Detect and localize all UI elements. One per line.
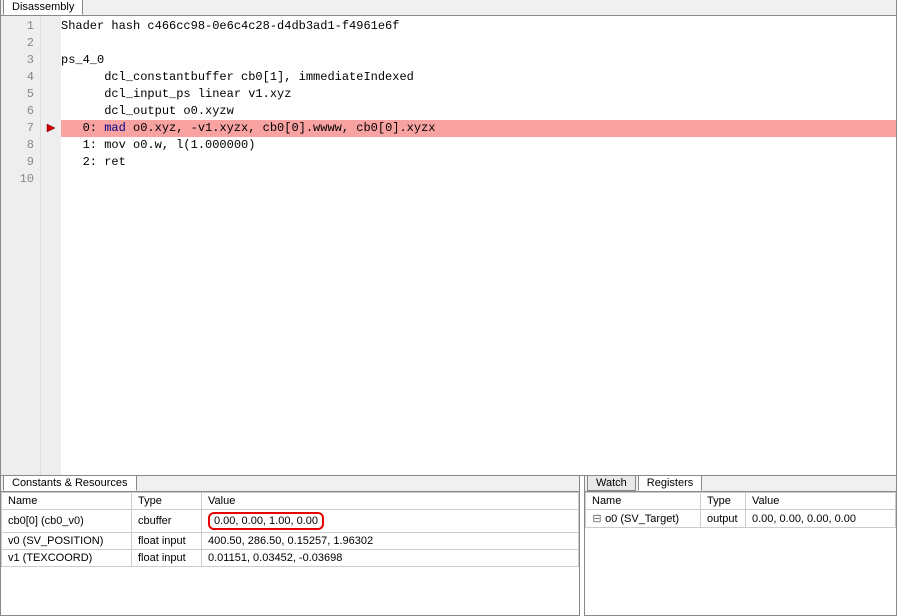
cell-value: 400.50, 286.50, 0.15257, 1.96302 (202, 533, 579, 550)
code-area: 1 2 3 4 5 6 7 8 9 10 Shader hash c (1, 16, 896, 475)
col-header-type[interactable]: Type (132, 493, 202, 510)
cell-type: float input (132, 550, 202, 567)
constants-table: Name Type Value cb0[0] (cb0_v0) cbuffer … (1, 492, 579, 567)
tab-disassembly[interactable]: Disassembly (3, 0, 83, 15)
table-row[interactable]: v1 (TEXCOORD) float input 0.01151, 0.034… (2, 550, 579, 567)
code-line: 1: mov o0.w, l(1.000000) (61, 137, 896, 154)
disassembly-panel: Disassembly 1 2 3 4 5 6 7 8 9 10 (0, 0, 897, 476)
line-number: 7 (1, 120, 34, 137)
cell-type: float input (132, 533, 202, 550)
col-header-name[interactable]: Name (2, 493, 132, 510)
code-line: dcl_input_ps linear v1.xyz (61, 86, 896, 103)
tree-expand-icon[interactable]: ⊟ (592, 512, 602, 525)
cell-value: 0.00, 0.00, 1.00, 0.00 (202, 510, 579, 533)
line-number: 5 (1, 86, 34, 103)
watch-registers-tab-strip: WatchRegisters (585, 476, 896, 492)
highlighted-value: 0.00, 0.00, 1.00, 0.00 (208, 512, 324, 530)
code-line: dcl_constantbuffer cb0[1], immediateInde… (61, 69, 896, 86)
line-number: 2 (1, 35, 34, 52)
tab-registers[interactable]: Registers (638, 475, 702, 491)
code-lines[interactable]: Shader hash c466cc98-0e6c4c28-d4db3ad1-f… (61, 16, 896, 475)
cell-name: v0 (SV_POSITION) (2, 533, 132, 550)
code-line-current: 0: mad o0.xyz, -v1.xyzx, cb0[0].wwww, cb… (61, 120, 896, 137)
col-header-name[interactable]: Name (586, 493, 701, 510)
code-line (61, 171, 896, 188)
line-number: 9 (1, 154, 34, 171)
tab-watch[interactable]: Watch (587, 475, 636, 491)
code-line: dcl_output o0.xyzw (61, 103, 896, 120)
col-header-value[interactable]: Value (746, 493, 896, 510)
registers-panel: WatchRegisters Name Type Value ⊟ o0 (SV_… (584, 476, 897, 616)
opcode-mad: mad (104, 121, 126, 135)
col-header-value[interactable]: Value (202, 493, 579, 510)
top-tab-strip: Disassembly (1, 0, 896, 16)
line-number: 8 (1, 137, 34, 154)
table-row[interactable]: v0 (SV_POSITION) float input 400.50, 286… (2, 533, 579, 550)
table-row[interactable]: ⊟ o0 (SV_Target) output 0.00, 0.00, 0.00… (586, 510, 896, 528)
code-line: 2: ret (61, 154, 896, 171)
cell-value: 0.00, 0.00, 0.00, 0.00 (746, 510, 896, 528)
table-row[interactable]: cb0[0] (cb0_v0) cbuffer 0.00, 0.00, 1.00… (2, 510, 579, 533)
cell-name: cb0[0] (cb0_v0) (2, 510, 132, 533)
line-number: 1 (1, 18, 34, 35)
constants-tab-strip: Constants & Resources (1, 476, 579, 492)
registers-table: Name Type Value ⊟ o0 (SV_Target) output … (585, 492, 896, 528)
cell-name: v1 (TEXCOORD) (2, 550, 132, 567)
line-number: 6 (1, 103, 34, 120)
constants-resources-panel: Constants & Resources Name Type Value cb… (0, 476, 580, 616)
line-number: 4 (1, 69, 34, 86)
bottom-panels: Constants & Resources Name Type Value cb… (0, 476, 897, 616)
execution-marker-column (41, 16, 61, 475)
line-number-gutter: 1 2 3 4 5 6 7 8 9 10 (1, 16, 41, 475)
line-number: 10 (1, 171, 34, 188)
code-line: Shader hash c466cc98-0e6c4c28-d4db3ad1-f… (61, 18, 896, 35)
cell-type: output (701, 510, 746, 528)
code-line (61, 35, 896, 52)
code-line: ps_4_0 (61, 52, 896, 69)
line-number: 3 (1, 52, 34, 69)
current-instruction-arrow-icon (41, 120, 61, 137)
cell-name: ⊟ o0 (SV_Target) (586, 510, 701, 528)
cell-type: cbuffer (132, 510, 202, 533)
cell-value: 0.01151, 0.03452, -0.03698 (202, 550, 579, 567)
tab-constants-resources[interactable]: Constants & Resources (3, 475, 137, 491)
col-header-type[interactable]: Type (701, 493, 746, 510)
